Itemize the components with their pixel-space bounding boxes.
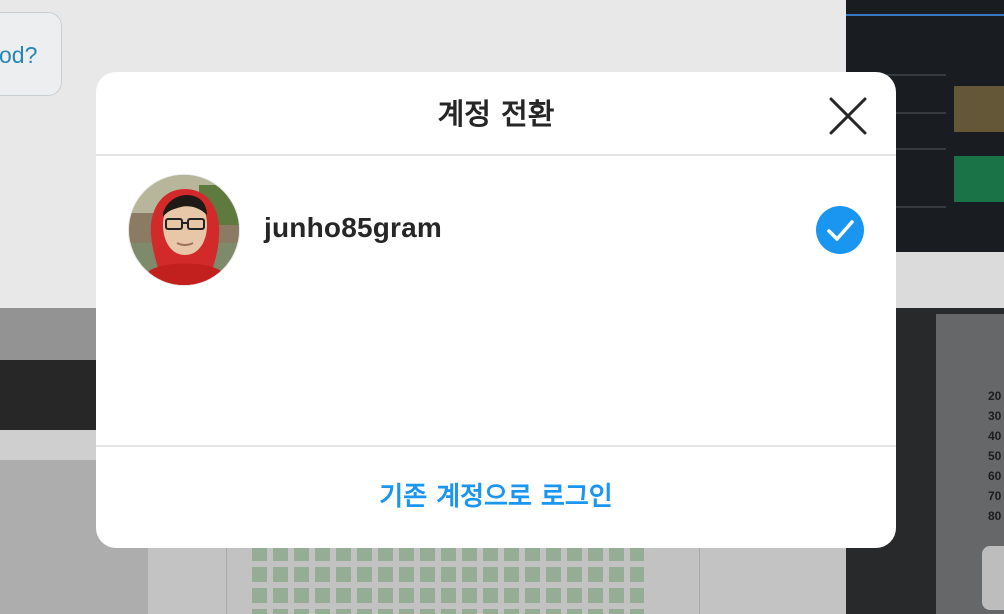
account-list-item[interactable]: junho85gram	[96, 158, 896, 302]
account-username: junho85gram	[264, 212, 443, 243]
close-button[interactable]	[824, 92, 872, 140]
avatar	[128, 174, 240, 286]
dialog-header: 계정 전환	[96, 72, 896, 156]
switch-account-dialog: 계정 전환 junho85gram 기존 계정으로 로그인	[96, 72, 896, 548]
selected-check-badge	[816, 206, 864, 254]
dialog-title: 계정 전환	[437, 97, 555, 131]
checkmark-icon	[827, 220, 854, 241]
login-existing-account-link[interactable]: 기존 계정으로 로그인	[96, 447, 896, 548]
close-icon	[829, 97, 867, 135]
profile-photo	[129, 175, 239, 285]
dialog-footer: 기존 계정으로 로그인	[96, 445, 896, 548]
